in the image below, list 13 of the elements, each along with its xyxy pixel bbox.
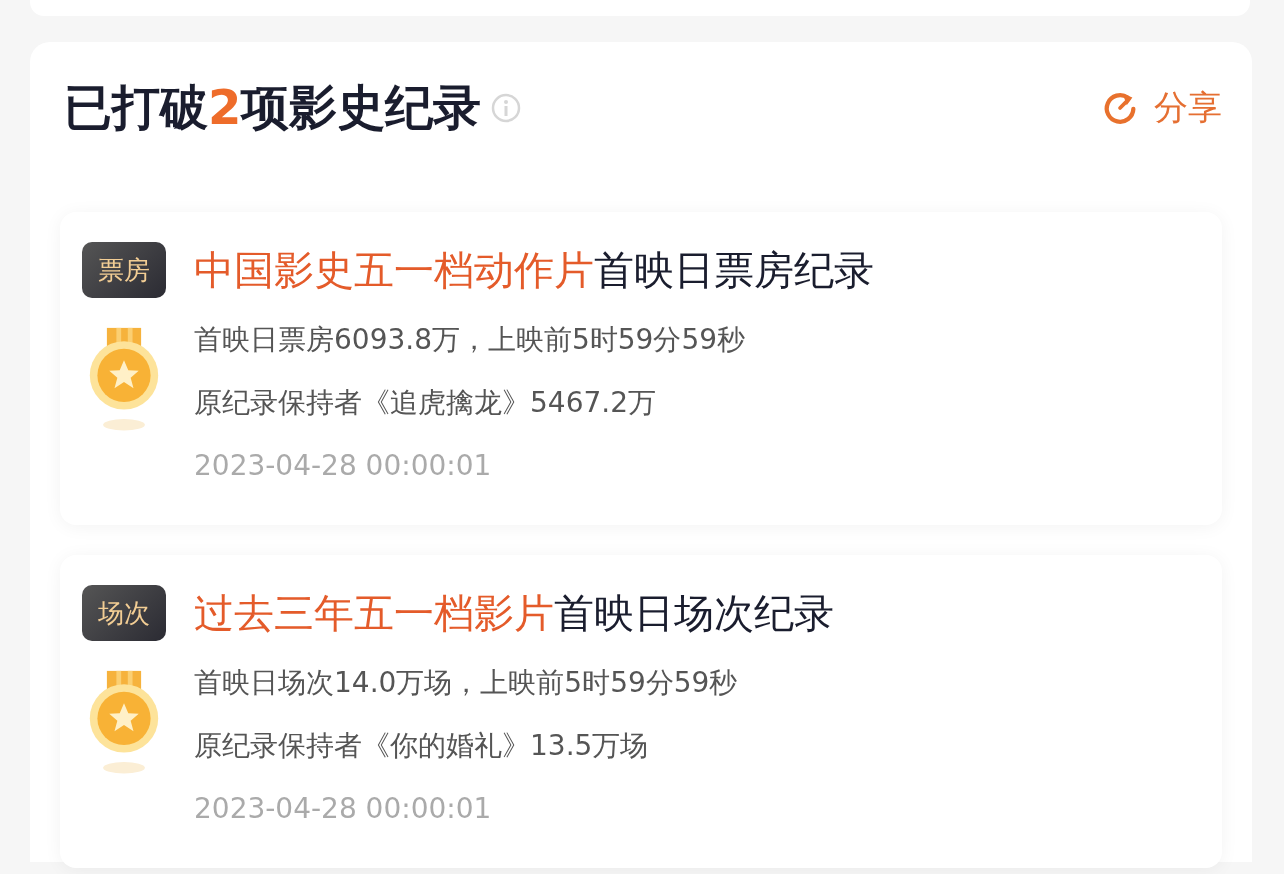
category-tag: 场次 xyxy=(82,585,166,641)
record-detail: 原纪录保持者《你的婚礼》13.5万场 xyxy=(194,728,650,764)
record-detail: 首映日场次14.0万场，上映前5时59分59秒 xyxy=(194,665,738,701)
section-title: 已打破2项影史纪录 xyxy=(64,78,482,137)
record-date: 2023-04-28 00:00:01 xyxy=(194,448,493,484)
info-icon[interactable] xyxy=(491,93,522,123)
category-tag: 票房 xyxy=(82,242,166,298)
record-title: 过去三年五一档影片首映日场次纪录 xyxy=(194,588,834,638)
share-button[interactable]: 分享 xyxy=(1102,85,1222,131)
record-title: 中国影史五一档动作片首映日票房纪录 xyxy=(194,245,874,295)
record-date: 2023-04-28 00:00:01 xyxy=(194,791,493,827)
record-detail: 首映日票房6093.8万，上映前5时59分59秒 xyxy=(194,322,746,358)
record-detail: 原纪录保持者《追虎擒龙》5467.2万 xyxy=(194,385,657,421)
